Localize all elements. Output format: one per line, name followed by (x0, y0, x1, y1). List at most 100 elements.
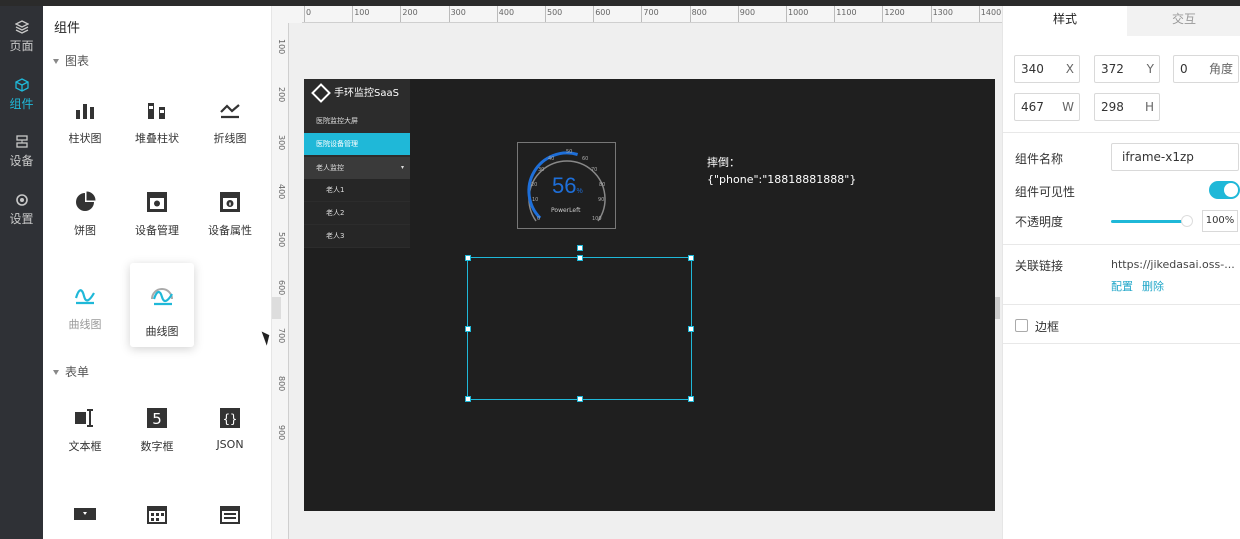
ruler-top-tick: 1100 (836, 8, 857, 17)
collapse-left-handle[interactable] (272, 297, 281, 319)
ruler-top-tickmark (641, 6, 643, 22)
rotate-handle[interactable] (577, 245, 583, 251)
svg-text:50: 50 (566, 149, 572, 155)
y-field[interactable]: 372 Y (1094, 55, 1160, 83)
nav-item-components[interactable]: 组件 (0, 72, 43, 124)
x-field[interactable]: 340 X (1014, 55, 1080, 83)
opacity-slider-knob[interactable] (1181, 215, 1193, 227)
nav-item-devices[interactable]: 设备 (0, 129, 43, 181)
y-value: 372 (1101, 62, 1124, 76)
comp-device-attr[interactable]: 设备属性 (200, 190, 260, 238)
gauge-widget[interactable]: 50 40 60 30 70 20 80 10 90 0 100 56% PowerLeft (517, 142, 616, 229)
selected-iframe-box[interactable] (465, 245, 694, 402)
ruler-top-tick: 0 (306, 8, 312, 17)
resize-handle[interactable] (688, 255, 694, 261)
ruler-top-tick: 100 (354, 8, 370, 17)
resize-handle[interactable] (577, 255, 583, 261)
ruler-left-tick: 300 (277, 135, 286, 151)
comp-dropdown[interactable] (55, 502, 115, 534)
ruler-top-tickmark (882, 6, 884, 22)
svg-text:90: 90 (598, 197, 604, 203)
group-label: 图表 (65, 54, 90, 68)
preview-submenu-item[interactable]: 老人2 (304, 202, 410, 224)
group-title-charts[interactable]: 图表 (53, 52, 89, 69)
cube-icon (14, 78, 29, 92)
ruler-top-tick: 700 (643, 8, 659, 17)
left-nav: 页面 组件 设备 设置 (0, 6, 43, 539)
resize-handle[interactable] (688, 396, 694, 402)
ruler-left-tick: 400 (277, 183, 286, 199)
gear-icon (15, 194, 28, 206)
gauge-caption: PowerLeft (551, 207, 581, 214)
menu-label: 老人1 (326, 186, 345, 194)
ruler-left-tick: 200 (277, 87, 286, 103)
fall-alert-text: 摔倒： {"phone":"18818881888"} (707, 154, 856, 188)
comp-curve-chart[interactable]: 曲线图 (55, 284, 115, 332)
height-field[interactable]: 298 H (1094, 93, 1160, 121)
comp-date[interactable] (127, 502, 187, 534)
svg-text:10: 10 (532, 197, 538, 203)
divider (1003, 343, 1240, 344)
ruler-top-tick: 1200 (884, 8, 905, 17)
ruler-top-tick: 1000 (788, 8, 809, 17)
opacity-slider[interactable] (1111, 220, 1183, 223)
preview-menu-item[interactable]: 医院设备管理 (304, 133, 410, 155)
resize-handle[interactable] (465, 326, 471, 332)
drag-ghost-card[interactable]: 曲线图 (130, 263, 194, 347)
resize-handle[interactable] (577, 396, 583, 402)
link-url: https://jikedasai.oss-... (1111, 258, 1235, 271)
curve-chart-icon (74, 289, 95, 305)
comp-device-manage[interactable]: 设备管理 (127, 190, 187, 238)
comp-json[interactable]: {} JSON (200, 406, 260, 451)
brand-text: 手环监控SaaS (334, 88, 399, 99)
comp-line-chart[interactable]: 折线图 (200, 98, 260, 146)
comp-date-range[interactable] (200, 502, 260, 534)
preview-submenu-item[interactable]: 老人3 (304, 225, 410, 247)
comp-bar-chart[interactable]: 柱状图 (55, 98, 115, 146)
divider (1003, 132, 1240, 133)
opacity-label: 不透明度 (1015, 215, 1064, 229)
tab-interaction[interactable]: 交互 (1127, 6, 1240, 36)
width-field[interactable]: 467 W (1014, 93, 1080, 121)
comp-stacked-bar[interactable]: 堆叠柱状 (127, 98, 187, 146)
svg-text:40: 40 (548, 156, 554, 162)
textbox-icon (75, 409, 93, 427)
ruler-top-tick: 1400 (980, 8, 1002, 17)
opacity-input[interactable]: 100% (1202, 210, 1238, 232)
tab-style[interactable]: 样式 (1003, 6, 1127, 36)
number-box-icon: 5 (147, 408, 167, 428)
svg-text:70: 70 (591, 167, 597, 173)
component-name-input[interactable]: iframe-x1zp (1111, 143, 1239, 171)
comp-number-box[interactable]: 5 数字框 (127, 406, 187, 454)
visibility-toggle[interactable] (1209, 181, 1240, 199)
angle-field[interactable]: 0 角度 (1173, 55, 1239, 83)
device-manage-icon (147, 192, 167, 212)
ruler-top-tickmark (786, 6, 787, 22)
resize-handle[interactable] (688, 326, 694, 332)
preview-canvas[interactable]: 手环监控SaaS 医院监控大屏 医院设备管理 老人监控 ▾ 老人1 老人2 老人3… (304, 79, 995, 511)
comp-label: JSON (216, 438, 244, 451)
link-label: 关联链接 (1015, 259, 1064, 273)
comp-label: 文本框 (68, 440, 102, 453)
border-checkbox[interactable] (1015, 319, 1028, 332)
ruler-corner (272, 6, 302, 23)
ruler-top-tickmark (448, 6, 450, 22)
comp-textbox[interactable]: 文本框 (55, 406, 115, 454)
config-link[interactable]: 配置 (1111, 278, 1133, 294)
nav-item-pages[interactable]: 页面 (0, 14, 43, 66)
preview-menu-item[interactable]: 医院监控大屏 (304, 110, 410, 132)
comp-pie-chart[interactable]: 饼图 (55, 190, 115, 238)
nav-item-settings[interactable]: 设置 (0, 187, 43, 239)
group-title-forms[interactable]: 表单 (53, 363, 89, 380)
comp-label: 设备管理 (135, 224, 179, 237)
resize-handle[interactable] (465, 255, 471, 261)
resize-handle[interactable] (465, 396, 471, 402)
w-value: 467 (1021, 100, 1044, 114)
ruler-top-tick: 800 (691, 8, 707, 17)
delete-link[interactable]: 删除 (1142, 278, 1164, 294)
preview-submenu-item[interactable]: 老人1 (304, 179, 410, 201)
comp-label: 柱状图 (68, 132, 102, 145)
canvas-stage[interactable]: 0 100 200 300 400 500 600 700 800 900 1000 1100 1200… (272, 6, 1002, 539)
border-label: 边框 (1035, 320, 1060, 334)
preview-menu-item[interactable]: 老人监控 ▾ (304, 157, 410, 179)
